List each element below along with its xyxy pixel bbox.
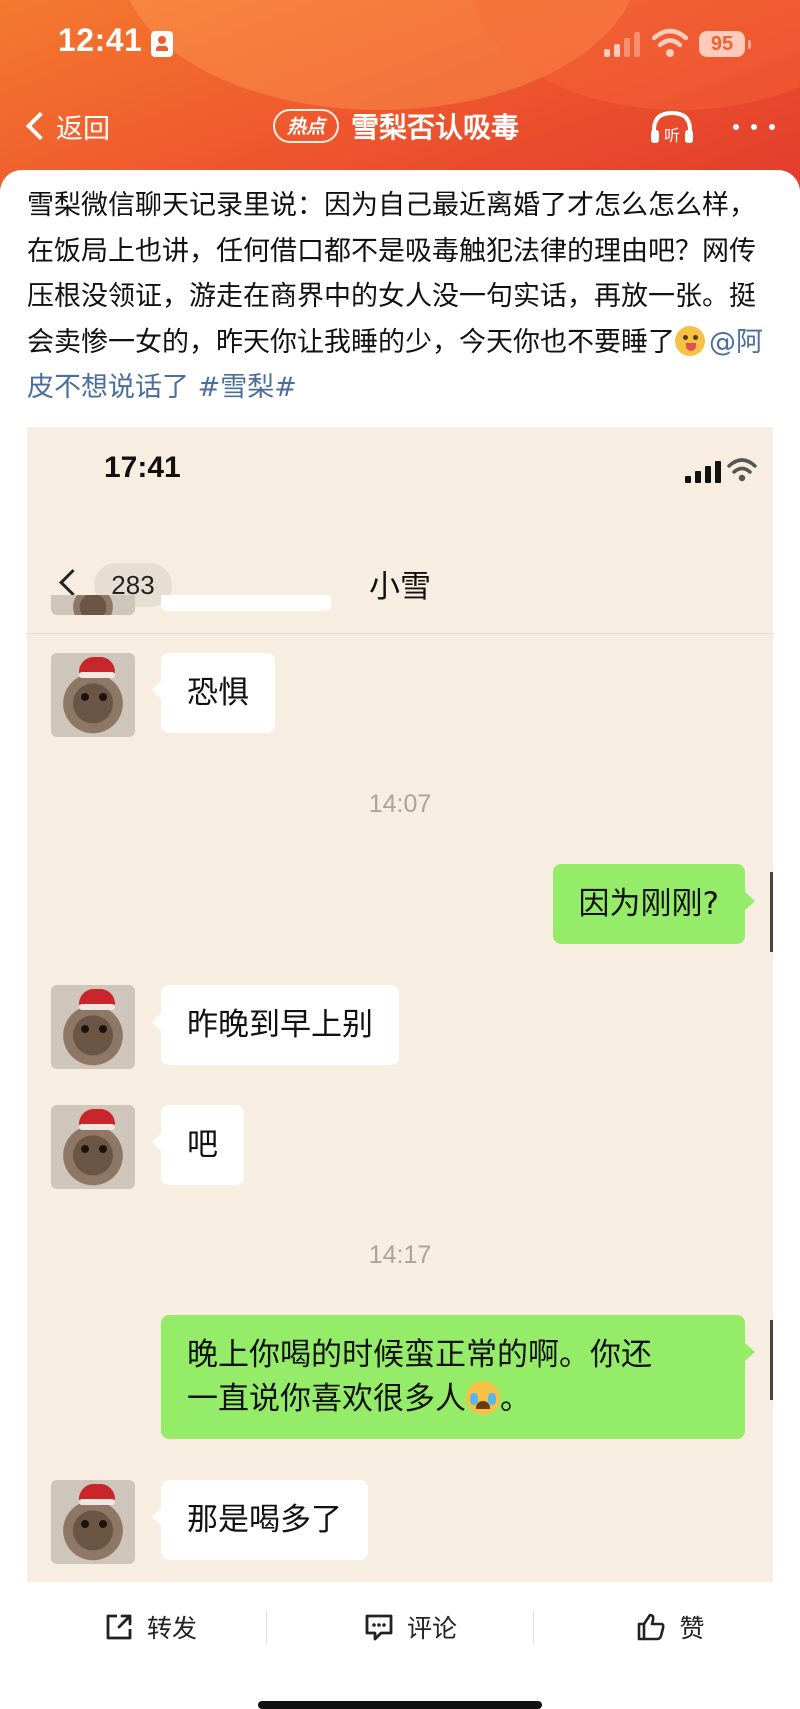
- home-indicator[interactable]: [258, 1701, 542, 1709]
- crying-laughing-emoji-icon: [466, 1381, 500, 1415]
- contact-avatar: [51, 653, 135, 737]
- contact-avatar: [51, 1480, 135, 1564]
- hot-badge: 热点: [273, 109, 340, 143]
- status-time: 12:41: [58, 22, 143, 58]
- message-timestamp: 14:17: [368, 1241, 432, 1269]
- listen-headphones-icon[interactable]: 听: [648, 108, 696, 148]
- message-line: 晚上你喝的时候蛮正常的啊。你还: [187, 1337, 652, 1373]
- action-divider: [533, 1610, 534, 1644]
- action-divider: [266, 1610, 267, 1644]
- incoming-message: 昨晚到早上别: [152, 985, 399, 1065]
- contact-avatar: [51, 595, 135, 615]
- comment-icon: [365, 1614, 393, 1641]
- cellular-signal-icon: [604, 31, 642, 57]
- share-icon: [106, 1614, 132, 1640]
- battery-indicator: 95: [699, 31, 751, 57]
- message-line-text: 一直说你喜欢很多人: [187, 1381, 466, 1417]
- repost-button[interactable]: 转发: [40, 1592, 260, 1662]
- comment-button[interactable]: 评论: [290, 1592, 530, 1662]
- screenshot-edge: [770, 1320, 773, 1400]
- thumbs-up-icon: [638, 1613, 666, 1641]
- wifi-icon: [652, 28, 688, 57]
- page-title: 雪梨否认吸毒: [351, 111, 520, 144]
- outgoing-message: 因为刚刚?: [552, 864, 756, 944]
- message-timestamp: 14:07: [368, 790, 432, 818]
- screenshot-wifi-icon: [727, 458, 757, 482]
- message-bubble-cut: [161, 595, 331, 611]
- message-line: 一直说你喜欢很多人。: [187, 1377, 719, 1421]
- post-action-bar: 转发 评论 赞: [0, 1592, 800, 1662]
- repost-label: 转发: [146, 1614, 197, 1643]
- tongue-emoji-icon: [675, 325, 705, 356]
- outgoing-message: 晚上你喝的时候蛮正常的啊。你还 一直说你喜欢很多人。: [161, 1315, 755, 1439]
- like-label: 赞: [679, 1614, 705, 1643]
- back-label: 返回: [56, 113, 110, 145]
- chevron-left-icon: [25, 111, 55, 141]
- incoming-message: 恐惧: [152, 653, 275, 733]
- chat-nav-bar: 283 小雪: [27, 539, 773, 634]
- post-body: 雪梨微信聊天记录里说：因为自己最近离婚了才怎么怎么样，在饭局上也讲，任何借口都不…: [27, 183, 777, 411]
- listen-label: 听: [664, 126, 680, 145]
- contact-avatar: [51, 1105, 135, 1189]
- message-line-end: 。: [500, 1381, 531, 1417]
- comment-label: 评论: [406, 1614, 457, 1643]
- more-options-button[interactable]: [733, 124, 777, 132]
- back-button[interactable]: 返回: [22, 106, 110, 146]
- chat-screenshot-image[interactable]: 17:41 283 小雪 恐惧 14:07 因为刚刚? 昨晚到早上别 吧 14:…: [27, 427, 773, 1582]
- screenshot-signal-icon: [685, 461, 721, 483]
- contact-avatar: [51, 985, 135, 1069]
- like-button[interactable]: 赞: [560, 1592, 780, 1662]
- incoming-message: 那是喝多了: [152, 1480, 368, 1560]
- hashtag-link[interactable]: #雪梨#: [198, 372, 297, 403]
- contact-card-icon: [151, 31, 173, 57]
- header-title-group: 热点 雪梨否认吸毒: [273, 106, 519, 146]
- screenshot-edge: [770, 872, 773, 952]
- incoming-message: 吧: [152, 1105, 244, 1185]
- post-text: 雪梨微信聊天记录里说：因为自己最近离婚了才怎么怎么样，在饭局上也讲，任何借口都不…: [27, 190, 756, 358]
- screenshot-status-time: 17:41: [104, 451, 181, 484]
- chat-contact-name: 小雪: [369, 569, 431, 605]
